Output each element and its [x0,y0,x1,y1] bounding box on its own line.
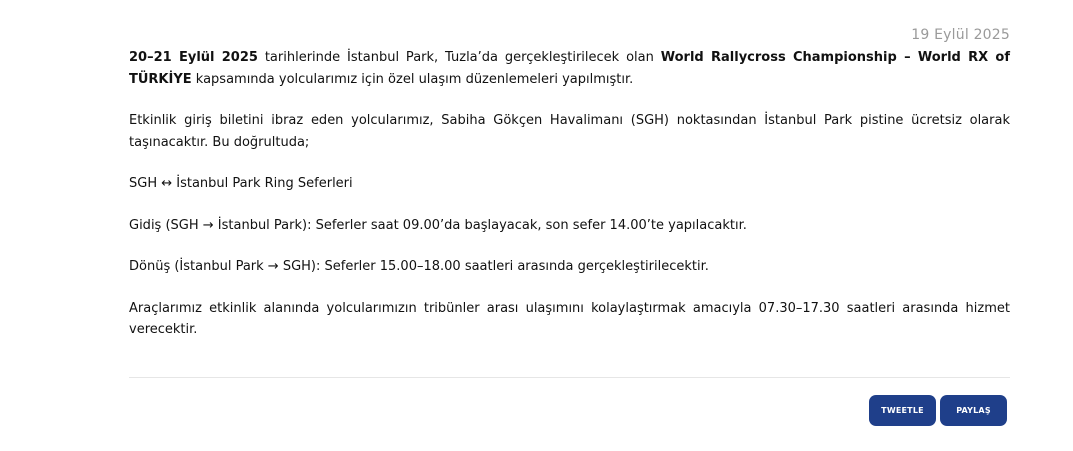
share-buttons: TWEETLE PAYLAŞ [869,395,1007,426]
intro-text-b: kapsamında yolcularımız için özel ulaşım… [191,71,634,87]
paragraph-return: Dönüş (İstanbul Park → SGH): Seferler 15… [129,259,709,274]
event-date-range: 20–21 Eylül 2025 [129,50,258,65]
paragraph-ring-services: SGH ↔ İstanbul Park Ring Seferleri [129,176,353,191]
intro-text-a: tarihlerinde İstanbul Park, Tuzla’da ger… [257,50,661,65]
paragraph-service-hours: Araçlarımız etkinlik alanında yolcularım… [129,300,1010,338]
publish-date: 19 Eylül 2025 [911,27,1010,43]
paragraph-departure: Gidiş (SGH → İstanbul Park): Seferler sa… [129,217,747,233]
paragraph-ticket-info: Etkinlik giriş biletini ibraz eden yolcu… [129,113,1010,150]
paragraph-intro: 20–21 Eylül 2025 tarihlerinde İstanbul P… [129,47,1010,90]
share-button[interactable]: PAYLAŞ [940,395,1007,426]
tweet-button[interactable]: TWEETLE [869,395,936,426]
divider [129,377,1010,378]
article-body: 20–21 Eylül 2025 tarihlerinde İstanbul P… [129,47,1010,361]
